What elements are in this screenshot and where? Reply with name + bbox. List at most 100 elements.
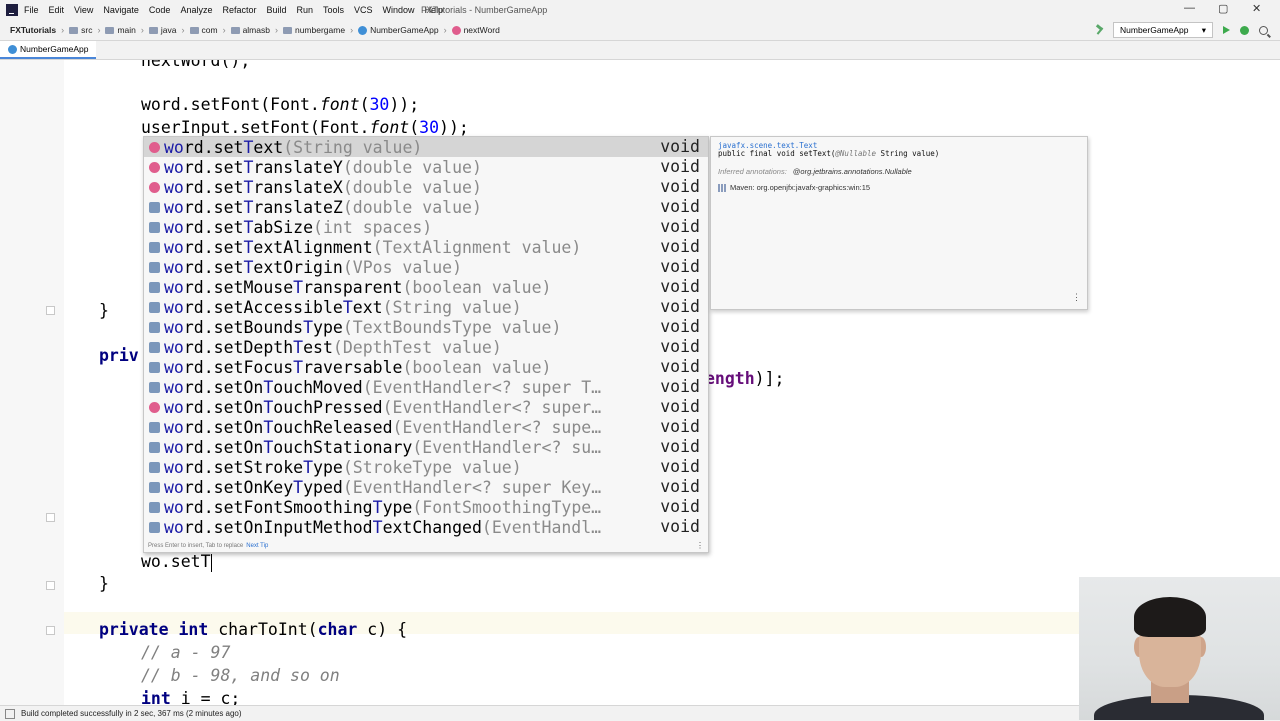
next-tip-link[interactable]: Next Tip — [246, 543, 268, 549]
property-icon — [149, 421, 160, 433]
completion-item[interactable]: word.setOnKeyTyped(EventHandler<? super … — [144, 477, 708, 497]
editor-tab-bar: NumberGameApp — [0, 41, 1280, 60]
completion-item-text: word.setOnTouchStationary(EventHandler<?… — [164, 437, 602, 457]
menu-analyze[interactable]: Analyze — [180, 5, 212, 15]
completion-item[interactable]: word.setTranslateY(double value) void — [144, 157, 708, 177]
fold-marker-icon[interactable] — [46, 581, 55, 590]
breadcrumb-class[interactable]: NumberGameApp — [358, 25, 439, 35]
breadcrumb-separator: › — [97, 25, 101, 35]
menu-navigate[interactable]: Navigate — [103, 5, 139, 15]
doc-signature: public final void setText(@Nullable Stri… — [718, 149, 940, 158]
quick-documentation-popup[interactable]: javafx.scene.text.Text public final void… — [710, 136, 1088, 310]
build-hammer-icon[interactable] — [1095, 25, 1105, 35]
menu-code[interactable]: Code — [149, 5, 171, 15]
property-icon — [149, 321, 160, 333]
completion-item[interactable]: word.setOnTouchPressed(EventHandler<? su… — [144, 397, 708, 417]
completion-return-type: void — [660, 197, 700, 216]
completion-return-type: void — [660, 457, 700, 476]
property-icon — [149, 501, 160, 513]
minimize-button[interactable]: — — [1184, 2, 1195, 14]
method-icon — [149, 181, 160, 193]
doc-menu-icon[interactable]: ⋮ — [1072, 292, 1081, 303]
completion-return-type: void — [660, 137, 700, 156]
completion-item-text: word.setOnKeyTyped(EventHandler<? super … — [164, 477, 602, 497]
menu-run[interactable]: Run — [297, 5, 314, 15]
close-button[interactable]: ✕ — [1252, 2, 1261, 15]
run-play-icon[interactable] — [1223, 26, 1230, 34]
completion-item[interactable]: word.setTextOrigin(VPos value) void — [144, 257, 708, 277]
property-icon — [149, 361, 160, 373]
completion-item[interactable]: word.setDepthTest(DepthTest value) void — [144, 337, 708, 357]
code-line: // b - 98, and so on — [141, 666, 340, 685]
class-icon — [358, 25, 368, 35]
menu-file[interactable]: File — [24, 5, 39, 15]
run-configuration-dropdown[interactable]: NumberGameApp ▾ — [1113, 22, 1213, 38]
completion-item[interactable]: word.setOnTouchReleased(EventHandler<? s… — [144, 417, 708, 437]
completion-return-type: void — [660, 377, 700, 396]
fold-marker-icon[interactable] — [46, 306, 55, 315]
menu-build[interactable]: Build — [266, 5, 286, 15]
fold-marker-icon[interactable] — [46, 513, 55, 522]
completion-item[interactable]: word.setMouseTransparent(boolean value) v… — [144, 277, 708, 297]
completion-item[interactable]: word.setTabSize(int spaces) void — [144, 217, 708, 237]
completion-item[interactable]: word.setFontSmoothingType(FontSmoothingT… — [144, 497, 708, 517]
completion-item[interactable]: word.setText(String value) void — [144, 137, 708, 157]
completion-item[interactable]: word.setTranslateX(double value) void — [144, 177, 708, 197]
tab-numbergameapp[interactable]: NumberGameApp — [0, 41, 96, 59]
completion-menu-icon[interactable]: ⋮ — [696, 541, 704, 550]
completion-item[interactable]: word.setBoundsType(TextBoundsType value)… — [144, 317, 708, 337]
property-icon — [149, 341, 160, 353]
completion-item-text: word.setTabSize(int spaces) — [164, 217, 433, 237]
menu-window[interactable]: Window — [383, 5, 415, 15]
method-icon — [149, 401, 160, 413]
code-line: int i = c; — [141, 689, 241, 705]
breadcrumb-src[interactable]: src — [69, 25, 92, 35]
property-icon — [149, 301, 160, 313]
breadcrumb-method[interactable]: nextWord — [451, 25, 500, 35]
breadcrumb-separator: › — [181, 25, 185, 35]
completion-item[interactable]: word.setOnInputMethodTextChanged(EventHa… — [144, 517, 708, 537]
tool-windows-icon[interactable] — [5, 708, 15, 719]
completion-item[interactable]: word.setStrokeType(StrokeType value) void — [144, 457, 708, 477]
code-completion-popup[interactable]: word.setText(String value) void word.setTr… — [143, 136, 709, 553]
breadcrumb-separator: › — [274, 25, 278, 35]
breadcrumb-numbergame[interactable]: numbergame — [282, 25, 345, 35]
method-icon — [451, 25, 461, 35]
menu-view[interactable]: View — [74, 5, 93, 15]
debug-bug-icon[interactable] — [1240, 25, 1249, 35]
menu-edit[interactable]: Edit — [49, 5, 65, 15]
property-icon — [149, 281, 160, 293]
fold-marker-icon[interactable] — [46, 626, 55, 635]
completion-item[interactable]: word.setOnTouchMoved(EventHandler<? supe… — [144, 377, 708, 397]
run-configuration-label: NumberGameApp — [1120, 25, 1189, 35]
text-caret — [210, 553, 212, 572]
completion-item[interactable]: word.setTextAlignment(TextAlignment valu… — [144, 237, 708, 257]
breadcrumb-java[interactable]: java — [148, 25, 177, 35]
menu-tools[interactable]: Tools — [323, 5, 344, 15]
completion-item[interactable]: word.setAccessibleText(String value) void — [144, 297, 708, 317]
breadcrumb-main[interactable]: main — [105, 25, 136, 35]
editor-gutter[interactable] — [0, 60, 64, 705]
menu-vcs[interactable]: VCS — [354, 5, 373, 15]
completion-item[interactable]: word.setOnTouchStationary(EventHandler<?… — [144, 437, 708, 457]
breadcrumb-separator: › — [443, 25, 447, 35]
property-icon — [149, 441, 160, 453]
breadcrumb-com[interactable]: com — [189, 25, 218, 35]
folder-icon — [282, 26, 292, 34]
menu-refactor[interactable]: Refactor — [222, 5, 256, 15]
breadcrumb-project[interactable]: FXTutorials — [10, 25, 56, 35]
completion-item[interactable]: word.setFocusTraversable(boolean value) v… — [144, 357, 708, 377]
completion-item-text: word.setTranslateZ(double value) — [164, 197, 482, 217]
completion-item-text: word.setTextAlignment(TextAlignment valu… — [164, 237, 582, 257]
completion-item[interactable]: word.setTranslateZ(double value) void — [144, 197, 708, 217]
breadcrumb-almasb[interactable]: almasb — [230, 25, 270, 35]
completion-item-text: word.setTranslateY(double value) — [164, 157, 482, 177]
maximize-button[interactable]: ▢ — [1218, 2, 1228, 15]
completion-item-text: word.setMouseTransparent(boolean value) — [164, 277, 552, 297]
status-message: Build completed successfully in 2 sec, 3… — [21, 709, 242, 718]
current-code-line[interactable]: wo.setT — [141, 551, 212, 573]
folder-icon — [189, 26, 199, 34]
search-icon[interactable] — [1259, 25, 1268, 35]
completion-item-text: word.setFocusTraversable(boolean value) — [164, 357, 552, 377]
completion-item-text: word.setAccessibleText(String value) — [164, 297, 522, 317]
